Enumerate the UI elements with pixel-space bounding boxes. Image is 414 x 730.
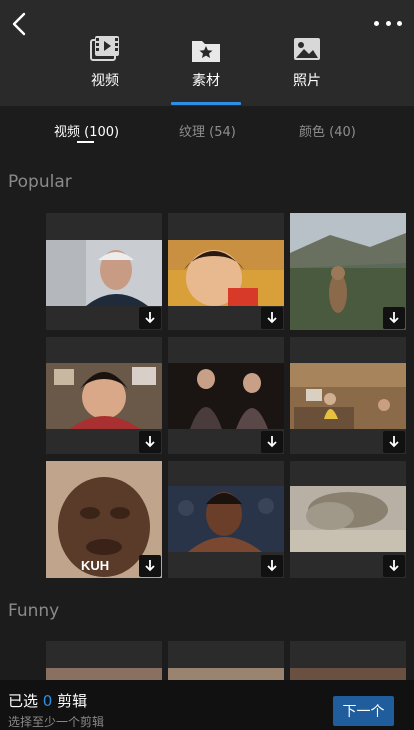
download-arrow-icon [267,312,277,324]
subtab-color[interactable]: 颜色 (40) [299,121,356,140]
download-button[interactable] [261,307,283,329]
photo-icon [294,38,320,60]
download-button[interactable] [383,555,405,577]
tab-indicator [171,102,241,105]
media-card[interactable] [168,461,284,578]
thumbnail-image [168,240,284,306]
media-card[interactable] [46,213,162,330]
thumbnail-image [168,668,284,680]
thumbnail-image [290,486,406,552]
thumbnail-image [168,363,284,429]
media-card[interactable] [168,641,284,680]
thumbnail-image [46,240,162,306]
media-card[interactable] [290,641,406,680]
download-arrow-icon [389,312,399,324]
subtab-bar: 视频 (100) 纹理 (54) 颜色 (40) [0,106,414,156]
selection-status: 已选 0 剪辑 [8,690,87,711]
thumbnail-image [168,486,284,552]
top-bar: 视频 素材 照片 [0,0,414,106]
download-arrow-icon [267,560,277,572]
download-button[interactable] [139,431,161,453]
download-button[interactable] [383,307,405,329]
subtab-texture[interactable]: 纹理 (54) [179,121,236,140]
more-button[interactable] [374,16,402,30]
media-card[interactable] [168,213,284,330]
media-card[interactable] [46,641,162,680]
download-button[interactable] [261,431,283,453]
download-button[interactable] [383,431,405,453]
download-button[interactable] [261,555,283,577]
subtab-underline [77,141,94,143]
film-icon [90,36,119,61]
thumbnail-image [290,363,406,429]
tab-material-label: 素材 [192,73,220,89]
back-button[interactable] [8,10,30,38]
overlay-caption: KUH [81,558,110,573]
bottom-bar: 已选 0 剪辑 选择至少一个剪辑 下一个 [0,680,414,730]
section-title-funny: Funny [8,601,60,621]
download-arrow-icon [145,560,155,572]
media-card[interactable]: KUH [46,461,162,578]
star-folder-icon [192,41,220,62]
download-arrow-icon [145,436,155,448]
download-arrow-icon [267,436,277,448]
more-dot [397,20,402,26]
download-button[interactable] [139,555,161,577]
thumbnail-image [46,668,162,680]
download-arrow-icon [389,560,399,572]
tab-video[interactable]: 视频 [70,32,140,90]
download-arrow-icon [389,436,399,448]
thumbnail-image [290,668,406,680]
subtab-video[interactable]: 视频 (100) [54,121,119,140]
next-button[interactable]: 下一个 [333,696,394,726]
media-card[interactable] [290,461,406,578]
selection-suffix: 剪辑 [52,692,88,710]
tab-material[interactable]: 素材 [171,32,241,90]
tab-photo-label: 照片 [293,73,321,89]
selection-prefix: 已选 [8,692,43,710]
media-card[interactable] [46,337,162,454]
more-dot [385,20,391,26]
download-button[interactable] [139,307,161,329]
section-title-popular: Popular [8,172,72,192]
tab-photo[interactable]: 照片 [272,32,342,90]
more-dots-icon [374,20,379,26]
selection-count: 0 [42,692,53,710]
media-card[interactable] [168,337,284,454]
media-card[interactable] [290,337,406,454]
selection-hint: 选择至少一个剪辑 [8,715,105,729]
download-arrow-icon [145,312,155,324]
thumbnail-image [46,363,162,429]
tab-video-label: 视频 [91,73,119,89]
media-card[interactable] [290,213,406,330]
back-chevron-icon [12,12,26,36]
